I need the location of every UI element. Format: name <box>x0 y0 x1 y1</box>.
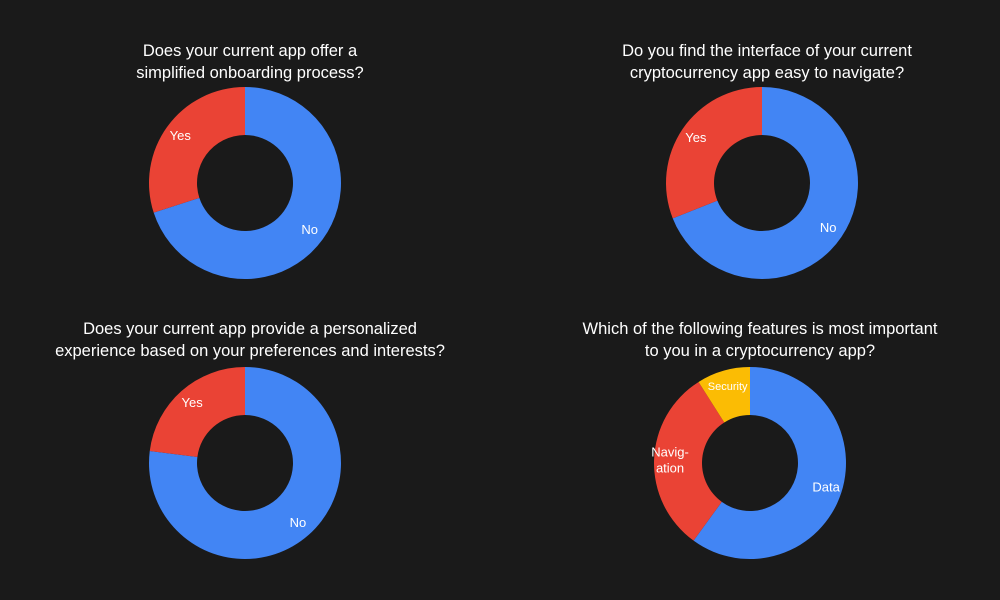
chart-panel-features: Which of the following features is most … <box>510 280 1000 580</box>
donut-chart: Data Navig-ation Security <box>651 367 846 559</box>
donut-chart: No Yes <box>148 367 341 559</box>
slice-label: Navig-ation <box>651 444 689 475</box>
slice-label: Data <box>812 480 840 495</box>
chart-panel-onboarding: Does your current app offer a simplified… <box>0 0 500 300</box>
slice-label: No <box>820 220 837 235</box>
slice-label: No <box>301 222 318 237</box>
slice-yes <box>149 87 245 213</box>
chart-panel-personalized: Does your current app provide a personal… <box>0 280 500 580</box>
donut-chart: No Yes <box>666 87 858 279</box>
slice-label: Yes <box>170 128 192 143</box>
slice-label: Yes <box>181 395 203 410</box>
slice-label: Yes <box>685 130 707 145</box>
slice-label: Security <box>708 381 748 393</box>
chart-panel-interface: Do you find the interface of your curren… <box>517 0 1000 300</box>
slice-yes <box>149 367 245 457</box>
donut-chart: No Yes <box>149 87 341 279</box>
slice-yes <box>666 87 762 219</box>
slice-label: No <box>290 515 307 530</box>
